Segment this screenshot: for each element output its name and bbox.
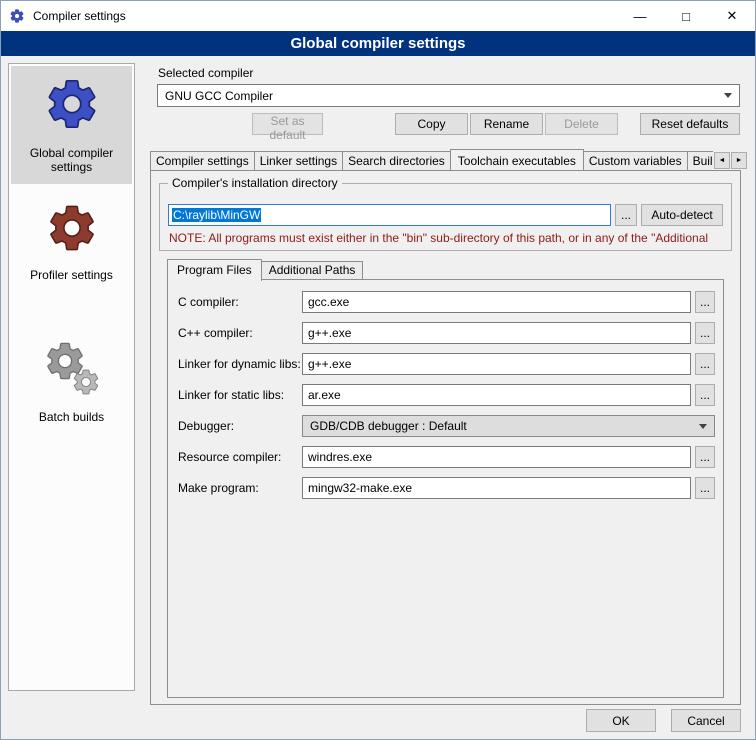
dialog-header: Global compiler settings (1, 31, 755, 56)
program-tabs: Program Files Additional Paths (167, 259, 724, 279)
resource-compiler-input[interactable] (302, 446, 691, 468)
close-button[interactable]: ✕ (709, 1, 755, 31)
field-label: Linker for dynamic libs: (178, 357, 302, 371)
dynamic-linker-row: Linker for dynamic libs: ... (178, 353, 715, 375)
auto-detect-button[interactable]: Auto-detect (641, 204, 723, 226)
make-program-row: Make program: ... (178, 477, 715, 499)
settings-tabs: Compiler settings Linker settings Search… (150, 149, 713, 170)
cpp-compiler-row: C++ compiler: ... (178, 322, 715, 344)
sidebar-item-label: Profiler settings (30, 268, 113, 282)
tab-search-directories[interactable]: Search directories (342, 151, 451, 170)
ok-button[interactable]: OK (586, 709, 656, 732)
browse-button[interactable]: ... (695, 322, 715, 344)
installation-directory-group: Compiler's installation directory C:\ray… (159, 183, 732, 251)
set-as-default-button[interactable]: Set as default (252, 113, 323, 135)
settings-sidebar: Global compiler settings Profiler settin… (8, 63, 135, 691)
tab-toolchain-executables[interactable]: Toolchain executables (450, 149, 584, 170)
installation-directory-input[interactable]: C:\raylib\MinGW (168, 204, 611, 226)
compiler-select-value: GNU GCC Compiler (165, 89, 273, 103)
sidebar-item-batch-builds[interactable]: Batch builds (11, 330, 132, 434)
delete-button[interactable]: Delete (545, 113, 618, 135)
c-compiler-input[interactable] (302, 291, 691, 313)
field-label: C++ compiler: (178, 326, 302, 340)
bin-subdirectory-note: NOTE: All programs must exist either in … (169, 231, 730, 245)
cancel-button[interactable]: Cancel (671, 709, 741, 732)
sidebar-item-global-compiler-settings[interactable]: Global compiler settings (11, 66, 132, 184)
sidebar-item-label: Global compiler settings (30, 146, 113, 174)
browse-button[interactable]: ... (695, 291, 715, 313)
chevron-down-icon (724, 93, 732, 98)
static-linker-input[interactable] (302, 384, 691, 406)
chevron-down-icon (699, 424, 707, 429)
window-controls: — □ ✕ (617, 1, 755, 31)
tab-compiler-settings[interactable]: Compiler settings (150, 151, 255, 170)
browse-button[interactable]: ... (695, 384, 715, 406)
titlebar: Compiler settings — □ ✕ (1, 1, 755, 31)
window-icon (9, 8, 25, 24)
browse-directory-button[interactable]: ... (615, 204, 637, 226)
cpp-compiler-input[interactable] (302, 322, 691, 344)
rename-button[interactable]: Rename (470, 113, 543, 135)
tab-program-files[interactable]: Program Files (167, 259, 262, 281)
sidebar-item-profiler-settings[interactable]: Profiler settings (11, 192, 132, 292)
c-compiler-row: C compiler: ... (178, 291, 715, 313)
tab-scroll-left-icon[interactable]: ◄ (714, 152, 730, 169)
maximize-button[interactable]: □ (663, 1, 709, 31)
profiler-tool-icon (13, 201, 130, 255)
group-title: Compiler's installation directory (168, 176, 342, 190)
static-linker-row: Linker for static libs: ... (178, 384, 715, 406)
field-label: Resource compiler: (178, 450, 302, 464)
field-label: Debugger: (178, 419, 302, 433)
dynamic-linker-input[interactable] (302, 353, 691, 375)
field-label: Linker for static libs: (178, 388, 302, 402)
tab-linker-settings[interactable]: Linker settings (254, 151, 343, 170)
tab-custom-variables[interactable]: Custom variables (583, 151, 688, 170)
gears-icon (13, 339, 130, 397)
installation-directory-value: C:\raylib\MinGW (172, 208, 261, 222)
gear-icon (13, 75, 130, 133)
field-label: C compiler: (178, 295, 302, 309)
resource-compiler-row: Resource compiler: ... (178, 446, 715, 468)
selected-compiler-label: Selected compiler (158, 66, 253, 80)
compiler-select[interactable]: GNU GCC Compiler (157, 84, 740, 107)
make-program-input[interactable] (302, 477, 691, 499)
program-files-panel: C compiler: ... C++ compiler: ... Linker… (167, 279, 724, 698)
debugger-select-value: GDB/CDB debugger : Default (310, 419, 467, 433)
field-label: Make program: (178, 481, 302, 495)
window-title: Compiler settings (33, 9, 126, 23)
toolchain-panel: Compiler's installation directory C:\ray… (150, 170, 741, 705)
browse-button[interactable]: ... (695, 353, 715, 375)
tab-additional-paths[interactable]: Additional Paths (261, 261, 364, 279)
copy-button[interactable]: Copy (395, 113, 468, 135)
debugger-row: Debugger: GDB/CDB debugger : Default (178, 415, 715, 437)
debugger-select[interactable]: GDB/CDB debugger : Default (302, 415, 715, 437)
browse-button[interactable]: ... (695, 477, 715, 499)
tab-scroll-right-icon[interactable]: ► (731, 152, 747, 169)
reset-defaults-button[interactable]: Reset defaults (640, 113, 740, 135)
tab-build-options[interactable]: Buil (687, 151, 713, 170)
browse-button[interactable]: ... (695, 446, 715, 468)
sidebar-item-label: Batch builds (39, 410, 104, 424)
minimize-button[interactable]: — (617, 1, 663, 31)
